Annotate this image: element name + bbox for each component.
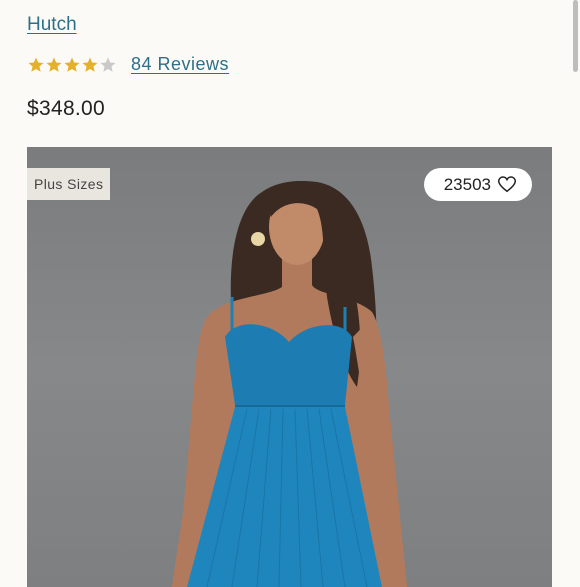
scrollbar[interactable] bbox=[572, 0, 580, 580]
plus-sizes-badge: Plus Sizes bbox=[27, 168, 111, 200]
model-illustration bbox=[172, 181, 407, 587]
rating-row: 84 Reviews bbox=[27, 54, 229, 75]
brand-link[interactable]: Hutch bbox=[27, 14, 77, 36]
scrollbar-thumb[interactable] bbox=[573, 0, 578, 72]
like-button[interactable]: 23503 bbox=[423, 168, 532, 201]
star-filled-icon bbox=[28, 57, 44, 72]
star-rating bbox=[27, 56, 117, 74]
star-empty-icon bbox=[100, 57, 116, 72]
star-filled-icon bbox=[46, 57, 62, 72]
heart-icon bbox=[498, 176, 516, 193]
product-price: $348.00 bbox=[27, 97, 106, 120]
product-image[interactable]: Plus Sizes 23503 bbox=[27, 147, 552, 587]
reviews-link[interactable]: 84 Reviews bbox=[131, 54, 229, 75]
star-filled-icon bbox=[64, 57, 80, 72]
like-count: 23503 bbox=[443, 174, 491, 194]
star-filled-icon bbox=[82, 57, 98, 72]
